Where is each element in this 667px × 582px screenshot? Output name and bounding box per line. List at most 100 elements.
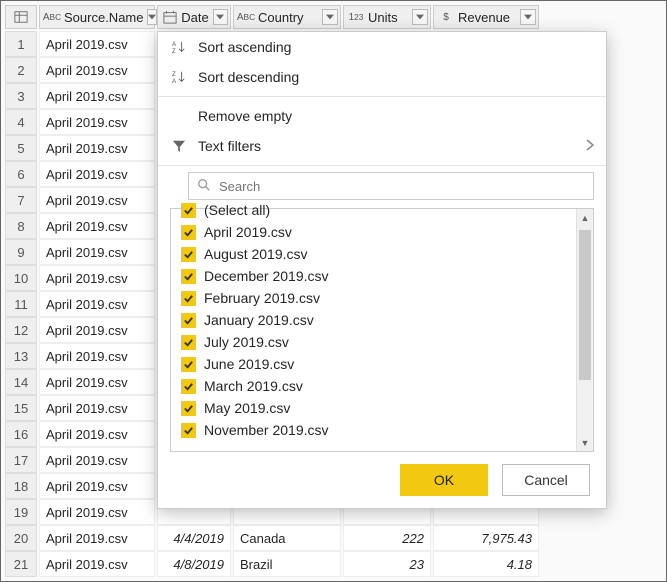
cell-units[interactable]: 23 bbox=[343, 551, 431, 577]
row-number[interactable]: 12 bbox=[5, 317, 37, 343]
cancel-button[interactable]: Cancel bbox=[502, 464, 590, 496]
cell-source-name[interactable]: April 2019.csv bbox=[39, 239, 155, 265]
column-filter-button[interactable] bbox=[147, 9, 157, 25]
row-number[interactable]: 19 bbox=[5, 499, 37, 525]
sort-descending-menu-item[interactable]: ZA Sort descending bbox=[158, 62, 606, 92]
cell-source-name[interactable]: April 2019.csv bbox=[39, 395, 155, 421]
filter-search[interactable] bbox=[188, 172, 594, 200]
row-number-header[interactable] bbox=[5, 5, 37, 29]
filter-value-item[interactable]: November 2019.csv bbox=[175, 419, 572, 441]
row-number[interactable]: 7 bbox=[5, 187, 37, 213]
row-number[interactable]: 15 bbox=[5, 395, 37, 421]
row-number[interactable]: 10 bbox=[5, 265, 37, 291]
scroll-track[interactable] bbox=[577, 226, 593, 434]
cell-source-name[interactable]: April 2019.csv bbox=[39, 291, 155, 317]
cell-source-name[interactable]: April 2019.csv bbox=[39, 473, 155, 499]
sort-ascending-menu-item[interactable]: AZ Sort ascending bbox=[158, 32, 606, 62]
column-header-source-name[interactable]: ABC Source.Name bbox=[39, 5, 155, 29]
row-number[interactable]: 20 bbox=[5, 525, 37, 551]
column-filter-button[interactable] bbox=[412, 9, 428, 25]
row-number[interactable]: 3 bbox=[5, 83, 37, 109]
column-header-revenue[interactable]: $ Revenue bbox=[433, 5, 539, 29]
table-row[interactable]: 21April 2019.csv4/8/2019Brazil234.18 bbox=[5, 551, 662, 577]
cell-source-name[interactable]: April 2019.csv bbox=[39, 421, 155, 447]
cell-date[interactable]: 4/8/2019 bbox=[157, 551, 231, 577]
row-number[interactable]: 6 bbox=[5, 161, 37, 187]
filter-value-item[interactable]: January 2019.csv bbox=[175, 309, 572, 331]
checkbox-checked-icon[interactable] bbox=[181, 225, 196, 240]
checkbox-checked-icon[interactable] bbox=[181, 335, 196, 350]
row-number[interactable]: 14 bbox=[5, 369, 37, 395]
table-row[interactable]: 20April 2019.csv4/4/2019Canada2227,975.4… bbox=[5, 525, 662, 551]
cell-source-name[interactable]: April 2019.csv bbox=[39, 265, 155, 291]
row-number[interactable]: 1 bbox=[5, 31, 37, 57]
cell-revenue[interactable]: 7,975.43 bbox=[433, 525, 539, 551]
checkbox-checked-icon[interactable] bbox=[181, 313, 196, 328]
search-input[interactable] bbox=[217, 178, 585, 195]
cell-country[interactable]: Brazil bbox=[233, 551, 341, 577]
text-filters-menu-item[interactable]: Text filters bbox=[158, 131, 606, 161]
scroll-up-icon[interactable]: ▲ bbox=[577, 209, 593, 226]
filter-value-item[interactable]: May 2019.csv bbox=[175, 397, 572, 419]
cell-source-name[interactable]: April 2019.csv bbox=[39, 447, 155, 473]
svg-text:A: A bbox=[172, 78, 177, 84]
row-number[interactable]: 21 bbox=[5, 551, 37, 577]
column-filter-button[interactable] bbox=[213, 9, 228, 25]
row-number[interactable]: 18 bbox=[5, 473, 37, 499]
checkbox-checked-icon[interactable] bbox=[181, 291, 196, 306]
cell-source-name[interactable]: April 2019.csv bbox=[39, 31, 155, 57]
row-number[interactable]: 11 bbox=[5, 291, 37, 317]
filter-value-item[interactable]: December 2019.csv bbox=[175, 265, 572, 287]
row-number[interactable]: 17 bbox=[5, 447, 37, 473]
filter-value-item[interactable]: July 2019.csv bbox=[175, 331, 572, 353]
row-number[interactable]: 4 bbox=[5, 109, 37, 135]
checkbox-checked-icon[interactable] bbox=[181, 247, 196, 262]
filter-value-item[interactable]: March 2019.csv bbox=[175, 375, 572, 397]
cell-source-name[interactable]: April 2019.csv bbox=[39, 83, 155, 109]
row-number[interactable]: 9 bbox=[5, 239, 37, 265]
row-number[interactable]: 8 bbox=[5, 213, 37, 239]
filter-value-item[interactable]: August 2019.csv bbox=[175, 243, 572, 265]
row-number[interactable]: 13 bbox=[5, 343, 37, 369]
checkbox-checked-icon[interactable] bbox=[181, 357, 196, 372]
cell-date[interactable]: 4/4/2019 bbox=[157, 525, 231, 551]
checkbox-checked-icon[interactable] bbox=[181, 203, 196, 218]
checkbox-checked-icon[interactable] bbox=[181, 423, 196, 438]
cell-units[interactable]: 222 bbox=[343, 525, 431, 551]
filter-value-item[interactable]: (Select all) bbox=[175, 199, 572, 221]
ok-button[interactable]: OK bbox=[400, 464, 488, 496]
column-header-date[interactable]: Date bbox=[157, 5, 231, 29]
cell-source-name[interactable]: April 2019.csv bbox=[39, 213, 155, 239]
cell-revenue[interactable]: 4.18 bbox=[433, 551, 539, 577]
scroll-thumb[interactable] bbox=[579, 230, 591, 380]
svg-text:Z: Z bbox=[172, 48, 176, 54]
row-number[interactable]: 5 bbox=[5, 135, 37, 161]
scroll-down-icon[interactable]: ▼ bbox=[577, 434, 593, 451]
cell-source-name[interactable]: April 2019.csv bbox=[39, 343, 155, 369]
cell-source-name[interactable]: April 2019.csv bbox=[39, 551, 155, 577]
cell-source-name[interactable]: April 2019.csv bbox=[39, 499, 155, 525]
filter-value-item[interactable]: June 2019.csv bbox=[175, 353, 572, 375]
row-number[interactable]: 2 bbox=[5, 57, 37, 83]
checkbox-checked-icon[interactable] bbox=[181, 401, 196, 416]
column-header-units[interactable]: 123 Units bbox=[343, 5, 431, 29]
cell-source-name[interactable]: April 2019.csv bbox=[39, 369, 155, 395]
remove-empty-menu-item[interactable]: Remove empty bbox=[158, 101, 606, 131]
cell-source-name[interactable]: April 2019.csv bbox=[39, 57, 155, 83]
row-number[interactable]: 16 bbox=[5, 421, 37, 447]
cell-source-name[interactable]: April 2019.csv bbox=[39, 135, 155, 161]
cell-source-name[interactable]: April 2019.csv bbox=[39, 109, 155, 135]
filter-value-item[interactable]: April 2019.csv bbox=[175, 221, 572, 243]
cell-country[interactable]: Canada bbox=[233, 525, 341, 551]
scrollbar[interactable]: ▲ ▼ bbox=[576, 209, 593, 451]
checkbox-checked-icon[interactable] bbox=[181, 379, 196, 394]
cell-source-name[interactable]: April 2019.csv bbox=[39, 317, 155, 343]
column-filter-button[interactable] bbox=[520, 9, 536, 25]
cell-source-name[interactable]: April 2019.csv bbox=[39, 161, 155, 187]
filter-value-item[interactable]: February 2019.csv bbox=[175, 287, 572, 309]
cell-source-name[interactable]: April 2019.csv bbox=[39, 525, 155, 551]
cell-source-name[interactable]: April 2019.csv bbox=[39, 187, 155, 213]
checkbox-checked-icon[interactable] bbox=[181, 269, 196, 284]
column-header-country[interactable]: ABC Country bbox=[233, 5, 341, 29]
column-filter-button[interactable] bbox=[322, 9, 338, 25]
